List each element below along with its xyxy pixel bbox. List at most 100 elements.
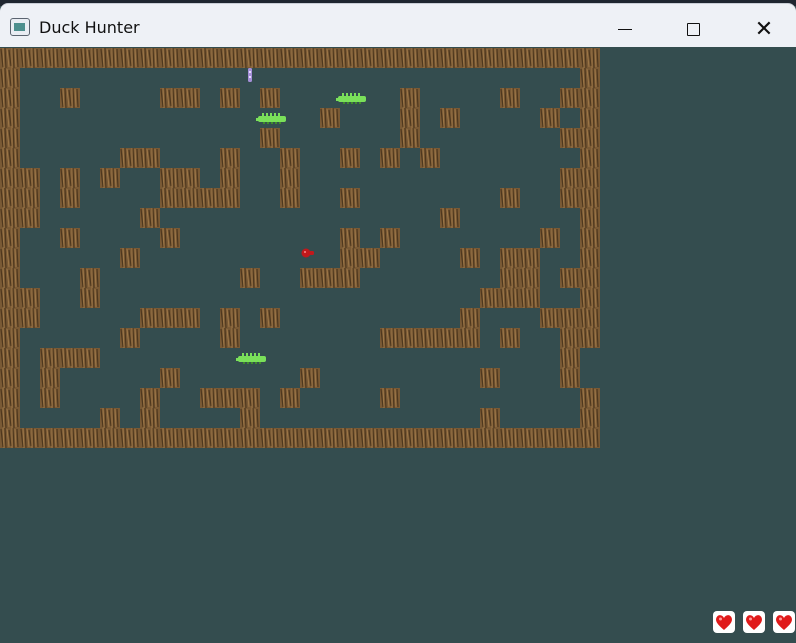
dirt-tile xyxy=(160,168,180,188)
dirt-tile xyxy=(120,428,140,448)
dirt-tile xyxy=(340,48,360,68)
dirt-tile xyxy=(380,428,400,448)
dirt-tile xyxy=(0,408,20,428)
dirt-tile xyxy=(100,408,120,428)
dirt-tile xyxy=(300,428,320,448)
dirt-tile xyxy=(580,148,600,168)
dirt-tile xyxy=(220,168,240,188)
dirt-tile xyxy=(200,188,220,208)
dirt-tile xyxy=(400,328,420,348)
dirt-tile xyxy=(580,268,600,288)
dirt-tile xyxy=(500,48,520,68)
dirt-tile xyxy=(160,308,180,328)
dirt-tile xyxy=(560,88,580,108)
dirt-tile xyxy=(80,268,100,288)
dirt-tile xyxy=(560,328,580,348)
maximize-icon xyxy=(686,23,700,36)
dirt-tile xyxy=(0,148,20,168)
dirt-tile xyxy=(220,148,240,168)
dirt-tile xyxy=(540,308,560,328)
hearts-svg xyxy=(713,611,795,633)
heart-icon xyxy=(743,611,765,633)
minimize-button[interactable] xyxy=(602,8,648,51)
dirt-tile xyxy=(540,228,560,248)
dirt-tile xyxy=(440,208,460,228)
crocodile-sprite xyxy=(236,353,266,364)
dirt-tile xyxy=(440,428,460,448)
dirt-tile xyxy=(580,288,600,308)
dirt-tile xyxy=(580,108,600,128)
window-titlebar[interactable]: Duck Hunter ✕ xyxy=(0,4,796,47)
dirt-tile xyxy=(580,208,600,228)
dirt-tile xyxy=(440,48,460,68)
dirt-tile xyxy=(120,328,140,348)
dirt-tile xyxy=(100,168,120,188)
dirt-tile xyxy=(280,148,300,168)
dirt-tile xyxy=(80,348,100,368)
dirt-tile xyxy=(420,148,440,168)
dirt-tile xyxy=(420,428,440,448)
dirt-tile xyxy=(500,288,520,308)
dirt-tile xyxy=(180,308,200,328)
dirt-tile xyxy=(260,48,280,68)
dirt-tile xyxy=(20,308,40,328)
dirt-tile xyxy=(0,428,20,448)
dirt-tile xyxy=(580,68,600,88)
dirt-tile xyxy=(220,308,240,328)
dirt-tile xyxy=(460,428,480,448)
maximize-button[interactable] xyxy=(670,8,716,51)
dirt-tile xyxy=(200,48,220,68)
dirt-tile xyxy=(560,48,580,68)
dirt-tile xyxy=(0,248,20,268)
dirt-tile xyxy=(400,108,420,128)
dirt-tile xyxy=(140,208,160,228)
dirt-tile xyxy=(140,308,160,328)
dirt-tile xyxy=(500,268,520,288)
dirt-tile xyxy=(20,188,40,208)
rabbit-sprite xyxy=(248,68,252,82)
dirt-tile xyxy=(340,248,360,268)
close-button[interactable]: ✕ xyxy=(741,8,787,51)
dirt-tile xyxy=(0,168,20,188)
dirt-tile xyxy=(420,48,440,68)
dirt-tile xyxy=(540,428,560,448)
dirt-tile xyxy=(40,388,60,408)
dirt-tile xyxy=(380,388,400,408)
dirt-tile xyxy=(520,288,540,308)
dirt-tile xyxy=(340,188,360,208)
dirt-tile xyxy=(580,168,600,188)
dirt-tile xyxy=(180,168,200,188)
dirt-tile xyxy=(260,428,280,448)
dirt-tile xyxy=(60,48,80,68)
entity-layer xyxy=(236,68,366,364)
dirt-tile xyxy=(560,428,580,448)
dirt-tile xyxy=(60,228,80,248)
dirt-tile xyxy=(520,48,540,68)
dirt-tile xyxy=(20,48,40,68)
dirt-tile xyxy=(100,428,120,448)
dirt-tile xyxy=(0,88,20,108)
game-board[interactable] xyxy=(0,48,600,448)
dirt-tile xyxy=(440,108,460,128)
dirt-tile xyxy=(0,128,20,148)
dirt-tile xyxy=(20,168,40,188)
dirt-tile xyxy=(360,428,380,448)
dirt-tile xyxy=(540,108,560,128)
dirt-tile xyxy=(560,128,580,148)
dirt-tile xyxy=(280,48,300,68)
dirt-tile xyxy=(0,188,20,208)
dirt-tile xyxy=(140,408,160,428)
dirt-tile xyxy=(320,428,340,448)
dirt-tile xyxy=(480,428,500,448)
dirt-tile xyxy=(340,148,360,168)
dirt-tile xyxy=(80,288,100,308)
dirt-tile xyxy=(580,248,600,268)
dirt-tile xyxy=(300,268,320,288)
dirt-tile xyxy=(40,348,60,368)
dirt-tile xyxy=(140,148,160,168)
dirt-tile xyxy=(180,48,200,68)
dirt-tile xyxy=(320,108,340,128)
dirt-tile xyxy=(560,368,580,388)
dirt-tile xyxy=(260,128,280,148)
dirt-tile xyxy=(80,428,100,448)
